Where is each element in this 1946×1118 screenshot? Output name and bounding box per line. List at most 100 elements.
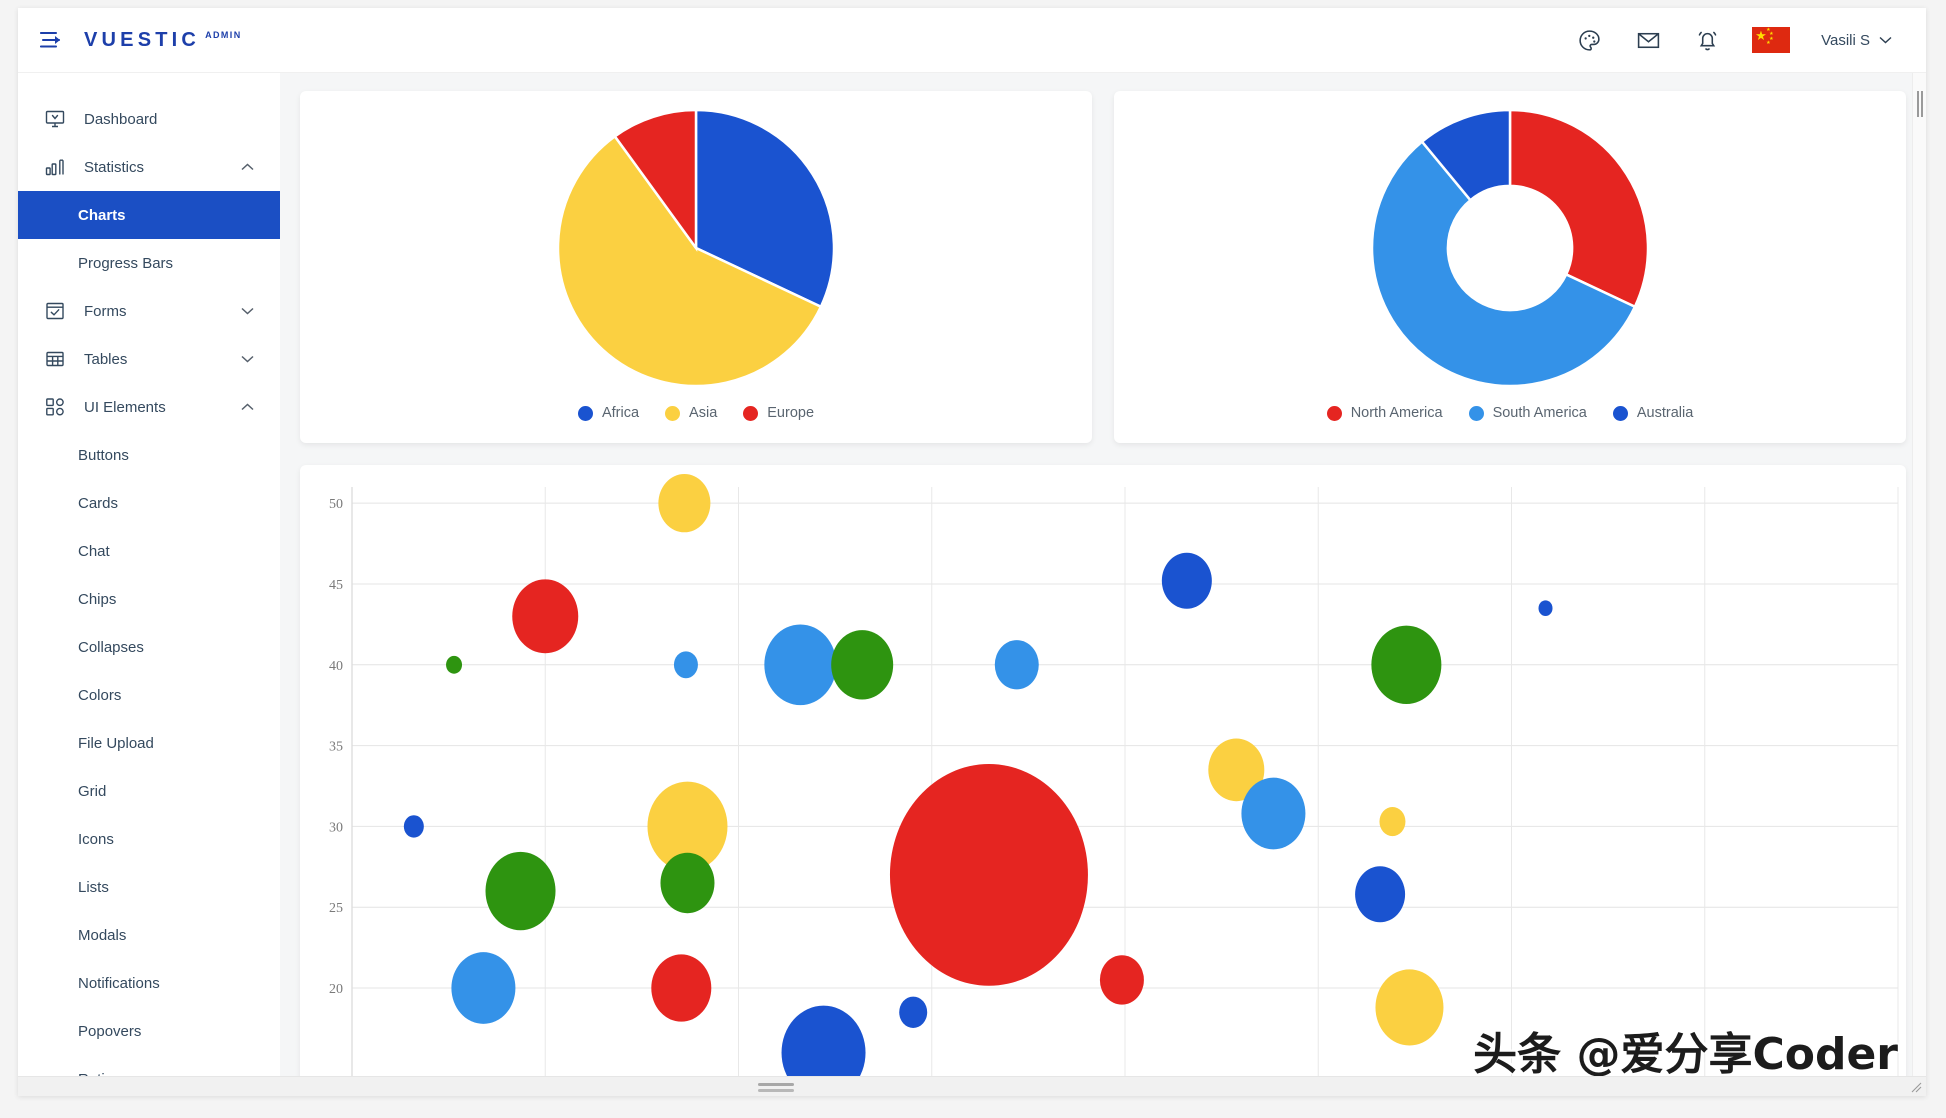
legend-label: South America: [1492, 405, 1587, 421]
chevron-down-icon: [1879, 31, 1892, 49]
legend-label: Australia: [1636, 405, 1694, 421]
bubble-point[interactable]: [1379, 806, 1406, 837]
sidebar-item-colors[interactable]: Colors: [18, 671, 280, 719]
main-content: Africa Asia Europe North America South Amer…: [280, 73, 1926, 1096]
palette-icon[interactable]: [1575, 26, 1603, 54]
legend-item[interactable]: Australia: [1612, 405, 1694, 421]
bubble-point[interactable]: [485, 851, 556, 931]
sidebar-item-label: Lists: [78, 878, 109, 896]
sidebar-item-lists[interactable]: Lists: [18, 863, 280, 911]
legend-item[interactable]: Europe: [743, 405, 814, 421]
sidebar-item-cards[interactable]: Cards: [18, 479, 280, 527]
bubble-point[interactable]: [660, 852, 715, 914]
legend-item[interactable]: Asia: [665, 405, 717, 421]
app-window: VUESTIC ADMIN ★ ★ ★ ★ ★ Vasili S Dashboa…: [18, 8, 1926, 1096]
sidebar-item-chips[interactable]: Chips: [18, 575, 280, 623]
sidebar-item-statistics[interactable]: Statistics: [18, 143, 280, 191]
sidebar-item-notifications[interactable]: Notifications: [18, 959, 280, 1007]
horizontal-scrollbar[interactable]: [18, 1076, 1926, 1096]
sidebar-item-label: Forms: [84, 302, 127, 320]
sidebar-item-tables[interactable]: Tables: [18, 335, 280, 383]
bubble-point[interactable]: [899, 996, 928, 1028]
legend-color-dot: [577, 405, 593, 421]
user-name: Vasili S: [1821, 31, 1870, 49]
sidebar-item-collapses[interactable]: Collapses: [18, 623, 280, 671]
sidebar-item-file-upload[interactable]: File Upload: [18, 719, 280, 767]
resize-grip-icon[interactable]: [1910, 1081, 1922, 1093]
bell-icon[interactable]: [1693, 26, 1721, 54]
scrollbar-thumb-shadow: [758, 1089, 794, 1092]
donut-chart-area: [1114, 91, 1906, 405]
flag-star: ★: [1766, 40, 1771, 46]
pie-chart[interactable]: [546, 98, 846, 398]
legend-item[interactable]: Africa: [577, 405, 639, 421]
chevron-down-icon: [241, 350, 254, 368]
donut-chart[interactable]: [1360, 98, 1660, 398]
top-navbar: VUESTIC ADMIN ★ ★ ★ ★ ★ Vasili S: [18, 8, 1926, 73]
scrollbar-thumb[interactable]: [758, 1083, 794, 1086]
sidebar-item-label: Popovers: [78, 1022, 142, 1040]
bubble-point[interactable]: [651, 954, 712, 1022]
menu-collapse-icon[interactable]: [32, 20, 72, 60]
bubble-point[interactable]: [1099, 955, 1144, 1005]
bubble-point[interactable]: [446, 655, 463, 674]
sidebar-item-popovers[interactable]: Popovers: [18, 1007, 280, 1055]
sidebar-item-modals[interactable]: Modals: [18, 911, 280, 959]
charts-row-top: Africa Asia Europe North America South Amer…: [300, 91, 1906, 443]
bubble-point[interactable]: [831, 630, 894, 700]
user-menu[interactable]: Vasili S: [1821, 31, 1892, 49]
sidebar-item-label: Progress Bars: [78, 254, 174, 272]
bubble-point[interactable]: [1371, 625, 1442, 704]
pie-slice[interactable]: [1508, 108, 1650, 309]
vertical-scrollbar[interactable]: [1912, 73, 1926, 1096]
bubble-point[interactable]: [764, 624, 837, 706]
sidebar-item-buttons[interactable]: Buttons: [18, 431, 280, 479]
sidebar-item-forms[interactable]: Forms: [18, 287, 280, 335]
sidebar-item-label: Tables: [84, 350, 128, 368]
sidebar-item-chat[interactable]: Chat: [18, 527, 280, 575]
sidebar-item-label: Collapses: [78, 638, 144, 656]
sidebar-item-dashboard[interactable]: Dashboard: [18, 95, 280, 143]
bubble-point[interactable]: [889, 764, 1088, 986]
china-flag-icon[interactable]: ★ ★ ★ ★ ★: [1752, 27, 1791, 53]
bubble-point[interactable]: [1355, 866, 1406, 923]
sidebar-item-label: Dashboard: [84, 110, 158, 128]
sidebar-item-charts[interactable]: Charts: [18, 191, 280, 239]
bubble-point[interactable]: [1161, 552, 1212, 609]
bubble-point[interactable]: [1241, 777, 1306, 850]
bubble-point[interactable]: [658, 474, 711, 533]
legend-color-dot: [743, 405, 759, 421]
pie-chart-area: [300, 91, 1092, 405]
bubble-point[interactable]: [512, 579, 579, 654]
legend-color-dot: [665, 405, 681, 421]
sidebar-item-label: Chips: [78, 590, 117, 608]
pie-chart-card: Africa Asia Europe: [300, 91, 1092, 443]
bubble-point[interactable]: [1538, 600, 1553, 617]
legend-label: North America: [1350, 405, 1443, 421]
brand-name: VUESTIC: [84, 28, 201, 51]
legend-item[interactable]: South America: [1468, 405, 1587, 421]
bubble-chart[interactable]: 50 45 40 35 30 25 20: [300, 465, 1904, 1095]
bubble-point[interactable]: [1375, 969, 1444, 1046]
y-axis-tick-label: 45: [329, 578, 343, 593]
mail-icon[interactable]: [1634, 26, 1662, 54]
brand-logo[interactable]: VUESTIC ADMIN: [84, 29, 242, 52]
sidebar-item-ui-elements[interactable]: UI Elements: [18, 383, 280, 431]
tables-icon: [44, 348, 66, 370]
scrollbar-grip[interactable]: [1917, 91, 1923, 117]
sidebar-item-label: UI Elements: [84, 398, 166, 416]
sidebar-item-progress-bars[interactable]: Progress Bars: [18, 239, 280, 287]
sidebar-item-icons[interactable]: Icons: [18, 815, 280, 863]
bubble-point[interactable]: [994, 640, 1039, 690]
chevron-up-icon: [241, 398, 254, 416]
legend-item[interactable]: North America: [1326, 405, 1443, 421]
bubble-point[interactable]: [403, 815, 424, 838]
sidebar-item-label: Cards: [78, 494, 119, 512]
sidebar-item-label: Modals: [78, 926, 127, 944]
bubble-point[interactable]: [451, 952, 516, 1024]
bubble-point[interactable]: [673, 651, 698, 679]
brand-subtitle: ADMIN: [205, 29, 242, 40]
sidebar-item-grid[interactable]: Grid: [18, 767, 280, 815]
y-axis-tick-label: 25: [329, 901, 343, 916]
donut-chart-card: North America South America Australia: [1114, 91, 1906, 443]
